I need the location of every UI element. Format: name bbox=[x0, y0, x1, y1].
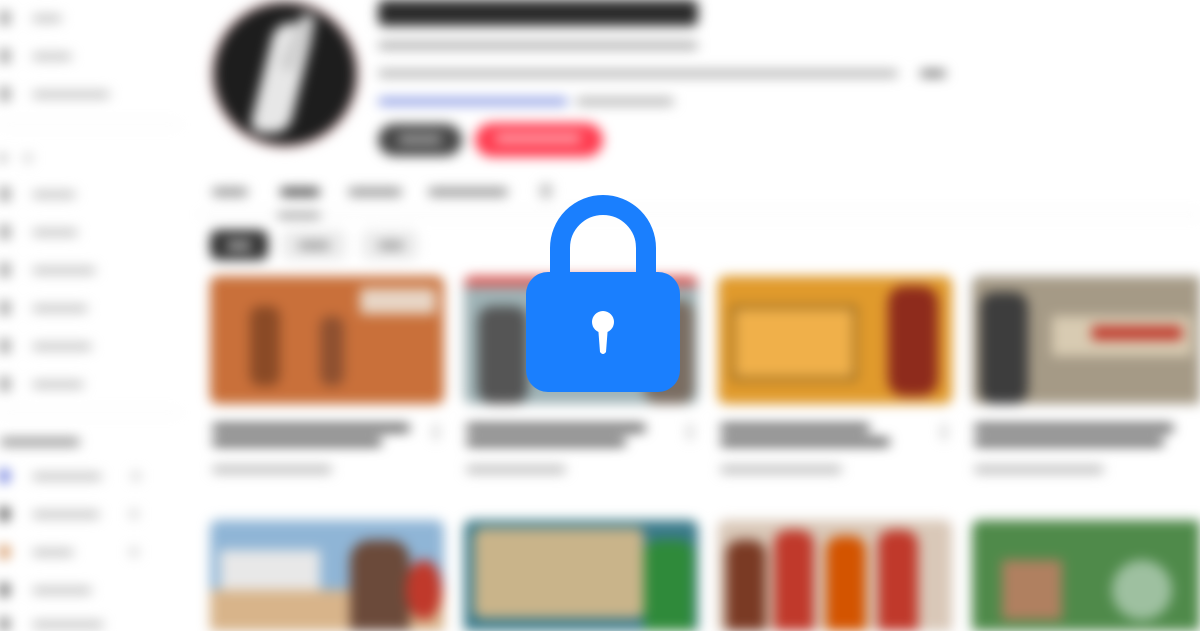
active-tab-indicator bbox=[278, 214, 320, 217]
more-options-icon[interactable] bbox=[688, 424, 692, 440]
subscription-item[interactable] bbox=[0, 464, 140, 488]
video-title[interactable] bbox=[974, 438, 1164, 446]
chip-popular[interactable] bbox=[282, 230, 346, 260]
sidebar-item[interactable] bbox=[0, 182, 76, 206]
sidebar-divider bbox=[0, 124, 180, 125]
video-title[interactable] bbox=[720, 424, 870, 432]
subscription-item[interactable] bbox=[0, 540, 138, 564]
video-thumbnail[interactable] bbox=[464, 520, 698, 631]
lock-icon bbox=[526, 195, 680, 392]
video-thumbnail[interactable] bbox=[210, 276, 444, 404]
channel-title bbox=[378, 0, 698, 26]
video-meta bbox=[974, 466, 1104, 473]
more-options-icon[interactable] bbox=[942, 424, 946, 440]
video-meta bbox=[212, 466, 332, 473]
tabs-divider bbox=[200, 214, 1200, 215]
sidebar bbox=[0, 0, 190, 631]
sidebar-item[interactable] bbox=[0, 146, 32, 170]
video-meta bbox=[720, 466, 842, 473]
video-title[interactable] bbox=[466, 424, 646, 432]
channel-link-extra bbox=[576, 98, 674, 105]
video-meta bbox=[466, 466, 566, 473]
video-title[interactable] bbox=[212, 424, 410, 432]
tab-videos[interactable] bbox=[280, 188, 320, 196]
subscription-item[interactable] bbox=[0, 612, 104, 631]
video-title[interactable] bbox=[466, 438, 626, 446]
sidebar-item[interactable] bbox=[0, 220, 78, 244]
channel-description bbox=[378, 70, 898, 77]
sidebar-item[interactable] bbox=[0, 296, 88, 320]
sidebar-item[interactable] bbox=[0, 372, 84, 396]
video-thumbnail[interactable] bbox=[972, 276, 1200, 404]
channel-link[interactable] bbox=[378, 98, 568, 105]
video-thumbnail[interactable] bbox=[972, 520, 1200, 631]
sidebar-item[interactable] bbox=[0, 82, 110, 106]
channel-avatar[interactable] bbox=[214, 3, 356, 145]
video-title[interactable] bbox=[212, 438, 382, 446]
subscription-item[interactable] bbox=[0, 578, 92, 602]
sidebar-section-heading bbox=[0, 438, 80, 446]
video-thumbnail[interactable] bbox=[210, 520, 444, 631]
chip-latest[interactable] bbox=[210, 230, 268, 260]
sidebar-item[interactable] bbox=[0, 6, 62, 30]
tab-community[interactable] bbox=[428, 188, 508, 196]
sidebar-item[interactable] bbox=[0, 44, 72, 68]
sidebar-divider bbox=[0, 412, 180, 413]
channel-meta bbox=[378, 42, 698, 49]
tab-playlists[interactable] bbox=[348, 188, 402, 196]
video-thumbnail[interactable] bbox=[718, 276, 952, 404]
subscribe-button[interactable] bbox=[475, 123, 603, 157]
video-title[interactable] bbox=[974, 424, 1174, 432]
more-link[interactable] bbox=[920, 70, 946, 77]
sidebar-item[interactable] bbox=[0, 334, 92, 358]
tab-home[interactable] bbox=[212, 188, 248, 196]
chip-oldest[interactable] bbox=[362, 230, 418, 260]
join-button[interactable] bbox=[378, 124, 462, 156]
more-options-icon[interactable] bbox=[434, 424, 438, 440]
video-thumbnail[interactable] bbox=[718, 520, 952, 631]
sidebar-item[interactable] bbox=[0, 258, 96, 282]
video-title[interactable] bbox=[720, 438, 890, 446]
subscription-item[interactable] bbox=[0, 502, 138, 526]
